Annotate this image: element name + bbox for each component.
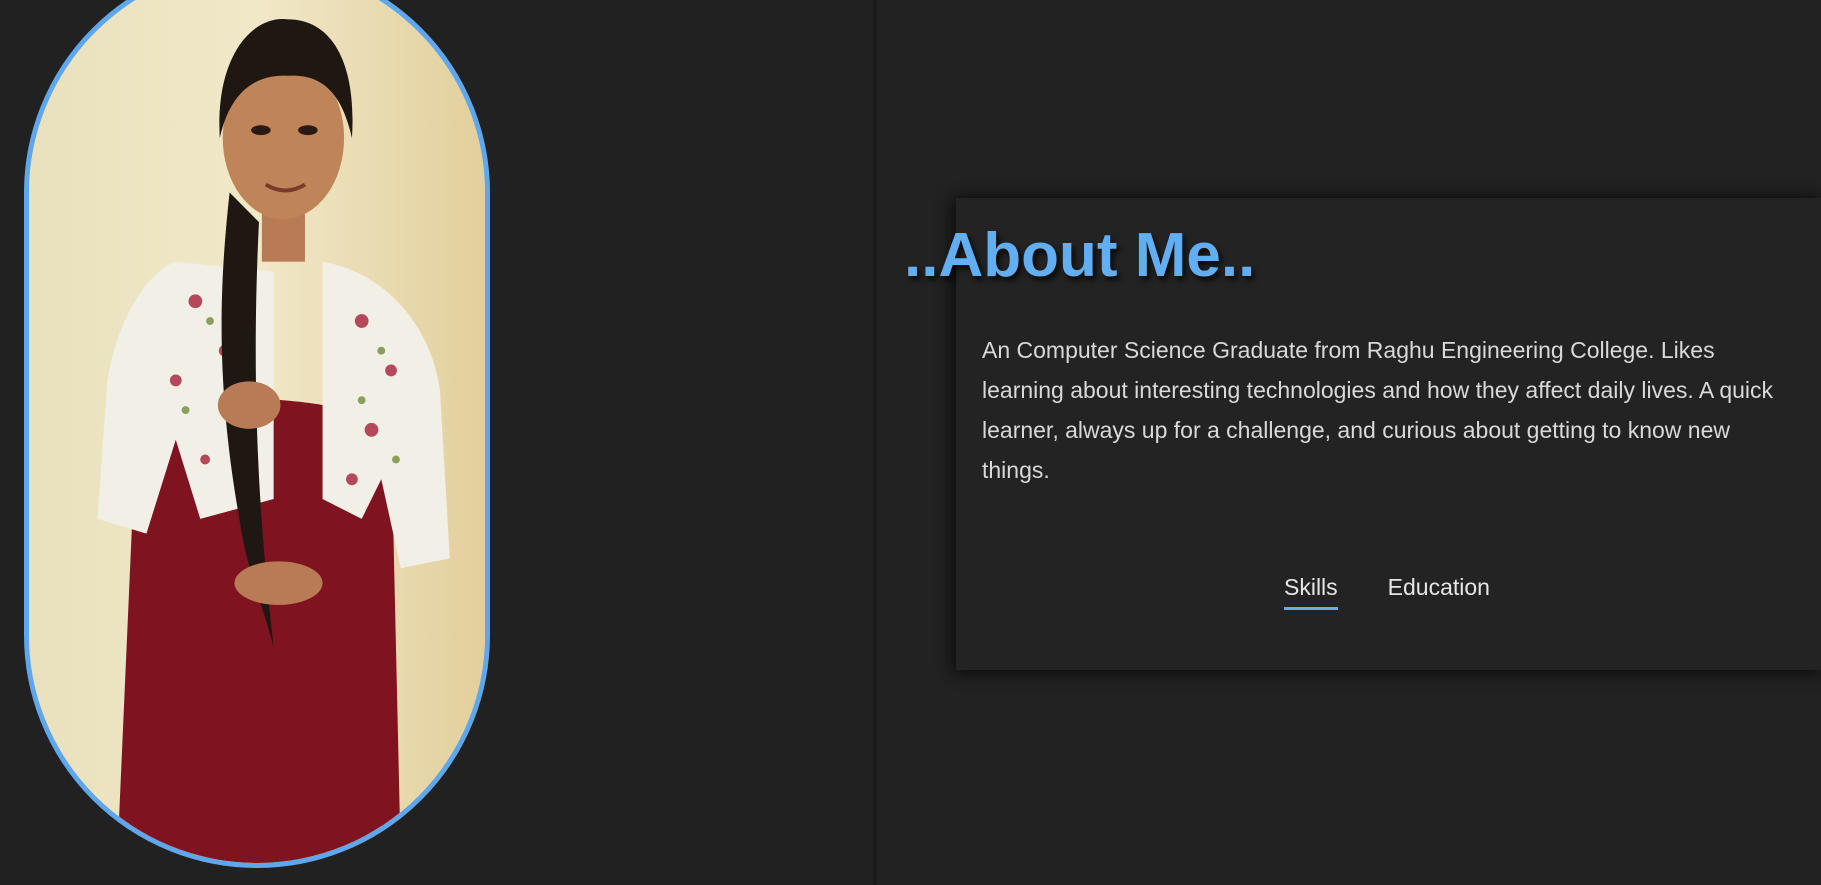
tab-skills[interactable]: Skills — [1284, 570, 1338, 610]
tab-education[interactable]: Education — [1388, 570, 1490, 610]
about-description: An Computer Science Graduate from Raghu … — [982, 337, 1774, 483]
profile-photo-image — [29, 0, 485, 863]
about-title: ..About Me.. — [904, 221, 1256, 290]
about-tabs: Skills Education — [1284, 570, 1490, 610]
profile-photo — [24, 0, 490, 868]
portrait-panel — [0, 0, 873, 885]
about-page: ..About Me.. An Computer Science Graduat… — [0, 0, 1821, 885]
